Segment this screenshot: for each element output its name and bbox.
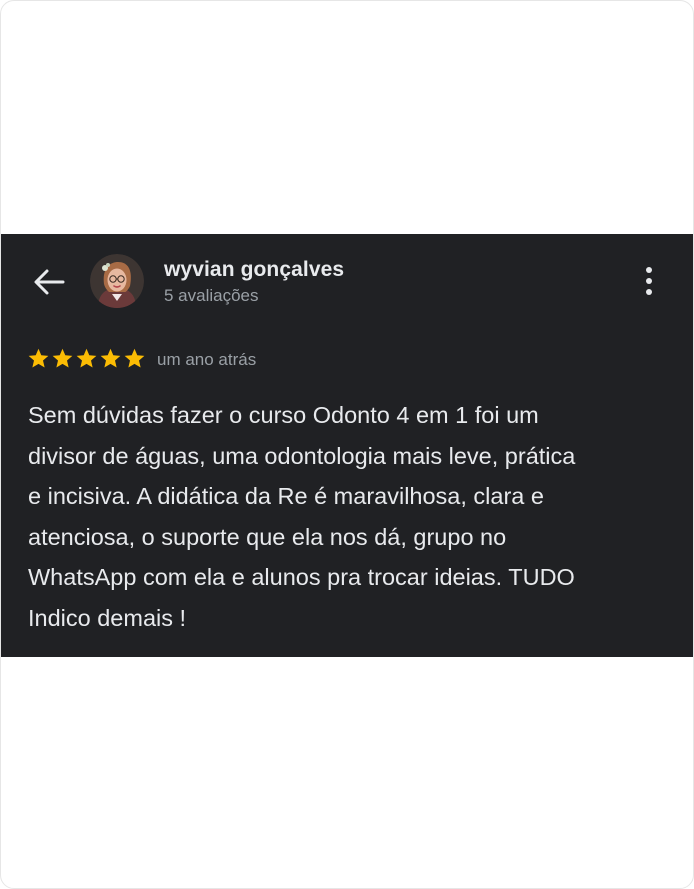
star-icon	[52, 348, 73, 368]
star-icon	[76, 348, 97, 368]
review-text-line: divisor de águas, uma odontologia mais l…	[28, 442, 576, 469]
review-text-line: atenciosa, o suporte que ela nos dá, gru…	[28, 523, 507, 550]
avatar[interactable]	[90, 254, 144, 308]
review-text: Sem dúvidas fazer o curso Odonto 4 em 1 …	[28, 395, 678, 638]
review-text-line: Sem dúvidas fazer o curso Odonto 4 em 1 …	[28, 402, 539, 428]
arrow-back-icon[interactable]	[32, 268, 66, 296]
star-icon	[124, 348, 145, 368]
reviews-count: 5 avaliações	[164, 286, 259, 305]
more-vert-icon[interactable]	[637, 264, 661, 298]
author-name[interactable]: wyvian gonçalves	[164, 258, 344, 282]
star-rating	[27, 347, 146, 371]
review-text-line: e incisiva. A didática da Re é maravilho…	[28, 483, 544, 509]
review-text-line: WhatsApp com ela e alunos pra trocar ide…	[28, 564, 575, 590]
star-icon	[28, 348, 49, 368]
review-time: um ano atrás	[157, 350, 257, 369]
review-text-line: Indico demais !	[28, 604, 187, 631]
star-icon	[100, 348, 121, 368]
review-card: wyvian gonçalves 5 avaliações um ano atr…	[1, 234, 693, 657]
screenshot-frame: wyvian gonçalves 5 avaliações um ano atr…	[0, 0, 694, 889]
